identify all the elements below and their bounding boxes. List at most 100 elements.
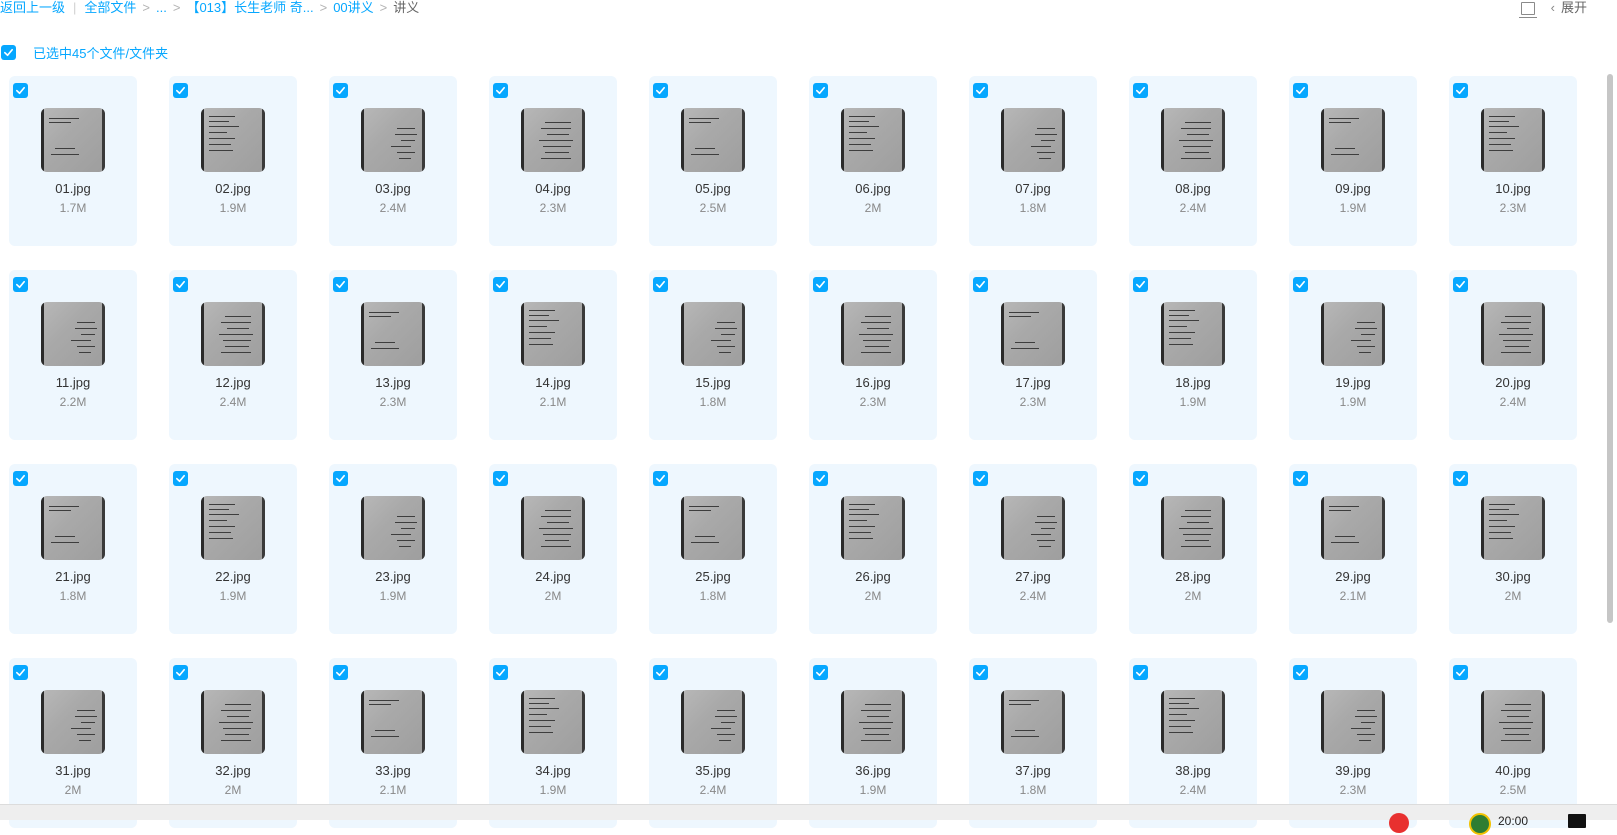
file-thumbnail[interactable] xyxy=(841,302,905,366)
file-checkbox[interactable] xyxy=(1293,277,1308,292)
file-card[interactable]: 31.jpg 2M xyxy=(9,658,137,828)
view-mode-icon[interactable] xyxy=(1518,1,1537,18)
breadcrumb-item-course-folder[interactable]: 【013】长生老师 奇... xyxy=(186,0,313,16)
file-thumbnail[interactable] xyxy=(41,302,105,366)
file-checkbox[interactable] xyxy=(1133,83,1148,98)
file-checkbox[interactable] xyxy=(1133,277,1148,292)
file-thumbnail[interactable] xyxy=(681,302,745,366)
file-thumbnail[interactable] xyxy=(681,690,745,754)
file-thumbnail[interactable] xyxy=(521,496,585,560)
file-checkbox[interactable] xyxy=(1453,277,1468,292)
file-thumbnail[interactable] xyxy=(1481,302,1545,366)
file-checkbox[interactable] xyxy=(653,277,668,292)
file-checkbox[interactable] xyxy=(13,277,28,292)
file-checkbox[interactable] xyxy=(813,83,828,98)
file-thumbnail[interactable] xyxy=(361,690,425,754)
file-thumbnail[interactable] xyxy=(1321,690,1385,754)
file-checkbox[interactable] xyxy=(13,83,28,98)
file-thumbnail[interactable] xyxy=(1001,496,1065,560)
file-card[interactable]: 01.jpg 1.7M xyxy=(9,76,137,246)
file-checkbox[interactable] xyxy=(973,471,988,486)
file-card[interactable]: 35.jpg 2.4M xyxy=(649,658,777,828)
file-card[interactable]: 26.jpg 2M xyxy=(809,464,937,634)
file-checkbox[interactable] xyxy=(973,83,988,98)
file-thumbnail[interactable] xyxy=(41,690,105,754)
file-thumbnail[interactable] xyxy=(1001,108,1065,172)
file-thumbnail[interactable] xyxy=(201,302,265,366)
file-checkbox[interactable] xyxy=(173,665,188,680)
file-thumbnail[interactable] xyxy=(201,108,265,172)
file-checkbox[interactable] xyxy=(1133,471,1148,486)
file-card[interactable]: 17.jpg 2.3M xyxy=(969,270,1097,440)
file-checkbox[interactable] xyxy=(1453,83,1468,98)
file-card[interactable]: 07.jpg 1.8M xyxy=(969,76,1097,246)
file-card[interactable]: 27.jpg 2.4M xyxy=(969,464,1097,634)
file-checkbox[interactable] xyxy=(173,83,188,98)
file-checkbox[interactable] xyxy=(813,277,828,292)
file-card[interactable]: 23.jpg 1.9M xyxy=(329,464,457,634)
file-card[interactable]: 13.jpg 2.3M xyxy=(329,270,457,440)
file-thumbnail[interactable] xyxy=(1161,496,1225,560)
file-checkbox[interactable] xyxy=(1293,83,1308,98)
tray-browser-icon[interactable] xyxy=(1469,813,1491,835)
file-card[interactable]: 30.jpg 2M xyxy=(1449,464,1577,634)
file-thumbnail[interactable] xyxy=(1321,108,1385,172)
file-card[interactable]: 22.jpg 1.9M xyxy=(169,464,297,634)
file-thumbnail[interactable] xyxy=(1161,690,1225,754)
file-thumbnail[interactable] xyxy=(1481,690,1545,754)
file-card[interactable]: 16.jpg 2.3M xyxy=(809,270,937,440)
file-checkbox[interactable] xyxy=(653,471,668,486)
file-checkbox[interactable] xyxy=(13,471,28,486)
file-checkbox[interactable] xyxy=(493,277,508,292)
file-card[interactable]: 24.jpg 2M xyxy=(489,464,617,634)
file-thumbnail[interactable] xyxy=(521,302,585,366)
file-checkbox[interactable] xyxy=(333,277,348,292)
file-card[interactable]: 06.jpg 2M xyxy=(809,76,937,246)
file-thumbnail[interactable] xyxy=(681,108,745,172)
file-card[interactable]: 09.jpg 1.9M xyxy=(1289,76,1417,246)
file-thumbnail[interactable] xyxy=(41,108,105,172)
file-card[interactable]: 12.jpg 2.4M xyxy=(169,270,297,440)
file-card[interactable]: 02.jpg 1.9M xyxy=(169,76,297,246)
file-card[interactable]: 32.jpg 2M xyxy=(169,658,297,828)
file-checkbox[interactable] xyxy=(13,665,28,680)
file-thumbnail[interactable] xyxy=(1481,496,1545,560)
file-thumbnail[interactable] xyxy=(1321,302,1385,366)
file-thumbnail[interactable] xyxy=(521,690,585,754)
file-thumbnail[interactable] xyxy=(841,108,905,172)
file-thumbnail[interactable] xyxy=(521,108,585,172)
file-checkbox[interactable] xyxy=(333,665,348,680)
file-checkbox[interactable] xyxy=(1293,665,1308,680)
file-checkbox[interactable] xyxy=(813,665,828,680)
file-card[interactable]: 36.jpg 1.9M xyxy=(809,658,937,828)
breadcrumb-item-ellipsis[interactable]: ... xyxy=(156,0,167,16)
file-checkbox[interactable] xyxy=(1453,471,1468,486)
file-thumbnail[interactable] xyxy=(1481,108,1545,172)
file-card[interactable]: 40.jpg 2.5M xyxy=(1449,658,1577,828)
breadcrumb-item-all-files[interactable]: 全部文件 xyxy=(84,0,136,16)
file-checkbox[interactable] xyxy=(493,665,508,680)
file-checkbox[interactable] xyxy=(493,83,508,98)
file-card[interactable]: 28.jpg 2M xyxy=(1129,464,1257,634)
file-card[interactable]: 05.jpg 2.5M xyxy=(649,76,777,246)
file-card[interactable]: 33.jpg 2.1M xyxy=(329,658,457,828)
file-checkbox[interactable] xyxy=(173,277,188,292)
file-thumbnail[interactable] xyxy=(681,496,745,560)
file-thumbnail[interactable] xyxy=(201,496,265,560)
file-card[interactable]: 21.jpg 1.8M xyxy=(9,464,137,634)
file-thumbnail[interactable] xyxy=(201,690,265,754)
file-checkbox[interactable] xyxy=(1133,665,1148,680)
file-checkbox[interactable] xyxy=(653,83,668,98)
file-thumbnail[interactable] xyxy=(1161,108,1225,172)
file-checkbox[interactable] xyxy=(173,471,188,486)
file-thumbnail[interactable] xyxy=(841,496,905,560)
file-checkbox[interactable] xyxy=(813,471,828,486)
file-thumbnail[interactable] xyxy=(1001,690,1065,754)
breadcrumb-item-handouts-folder[interactable]: 00讲义 xyxy=(333,0,373,16)
file-card[interactable]: 03.jpg 2.4M xyxy=(329,76,457,246)
file-card[interactable]: 34.jpg 1.9M xyxy=(489,658,617,828)
file-checkbox[interactable] xyxy=(973,665,988,680)
file-card[interactable]: 29.jpg 2.1M xyxy=(1289,464,1417,634)
file-card[interactable]: 08.jpg 2.4M xyxy=(1129,76,1257,246)
file-card[interactable]: 38.jpg 2.4M xyxy=(1129,658,1257,828)
